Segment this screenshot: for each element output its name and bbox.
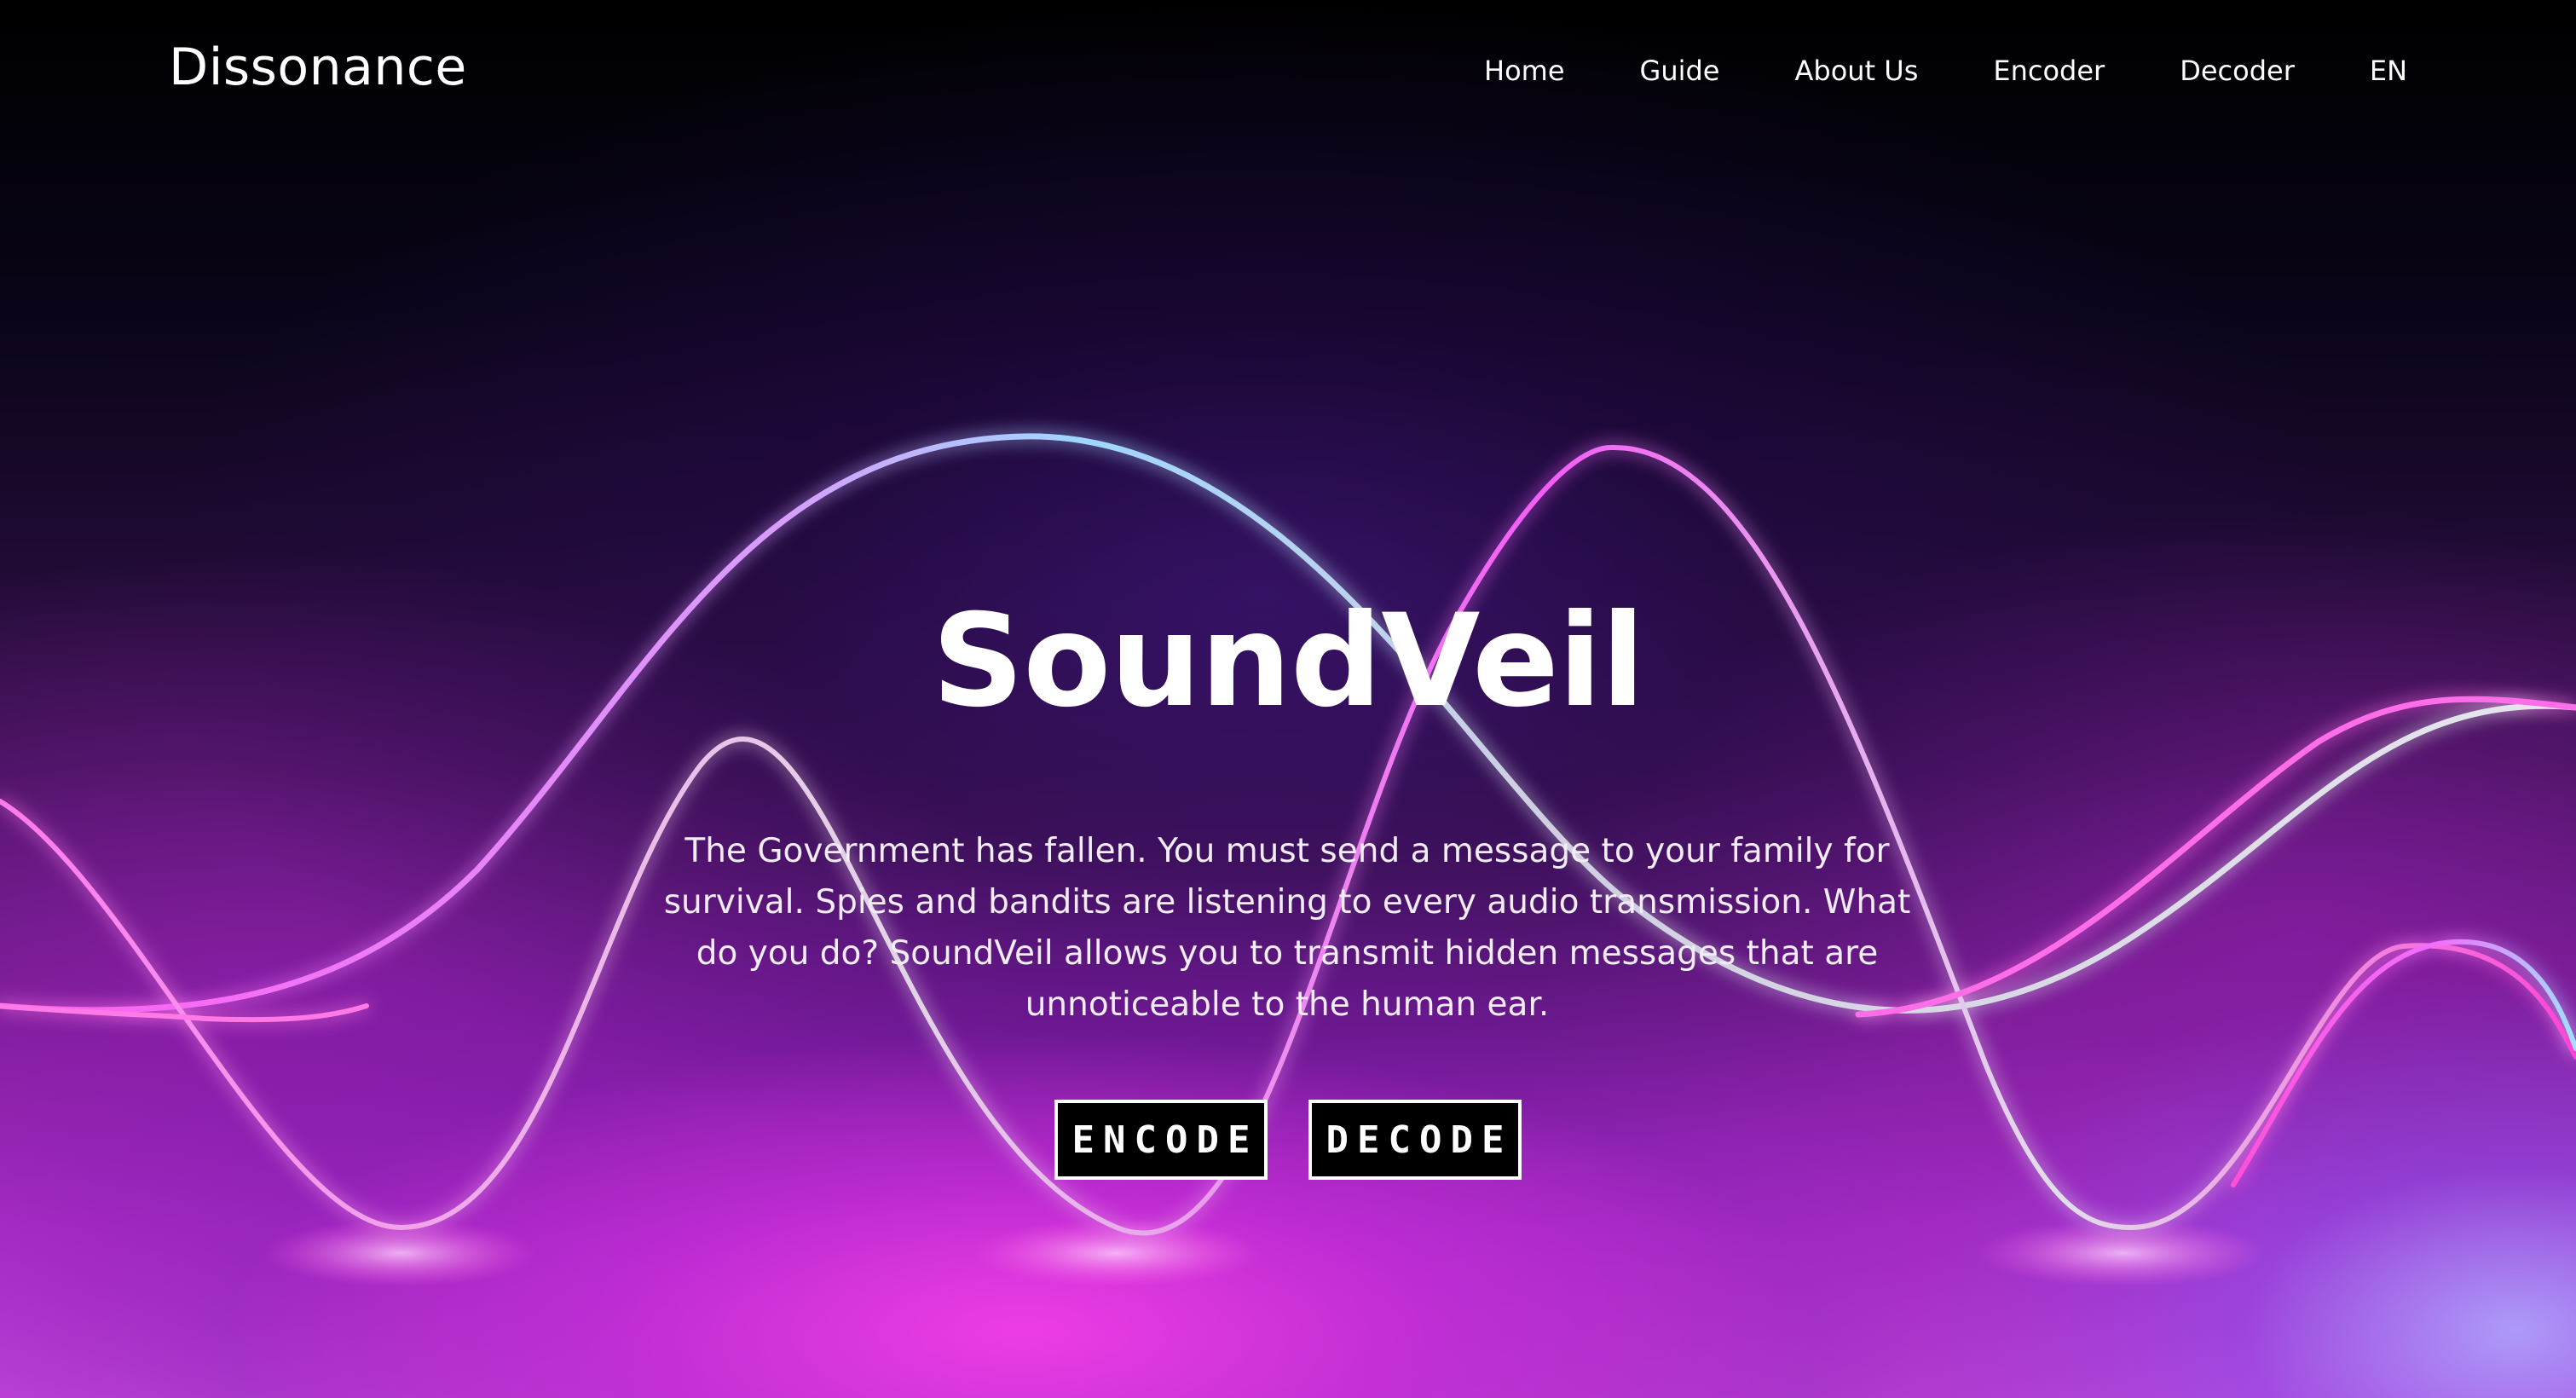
nav-links: Home Guide About Us Encoder Decoder EN: [1484, 55, 2407, 87]
decode-button[interactable]: DECODE: [1308, 1100, 1522, 1180]
neon-wave-line: [0, 1003, 369, 1023]
landing-page: Dissonance Home Guide About Us Encoder D…: [0, 0, 2576, 1398]
nav-link-home[interactable]: Home: [1484, 55, 1565, 87]
brand-logo[interactable]: Dissonance: [169, 38, 467, 97]
encode-button[interactable]: ENCODE: [1054, 1100, 1268, 1180]
hero-description: The Government has fallen. You must send…: [663, 832, 1911, 1024]
top-navigation: Dissonance Home Guide About Us Encoder D…: [0, 0, 2576, 145]
nav-link-guide[interactable]: Guide: [1640, 55, 1720, 87]
nav-link-encoder[interactable]: Encoder: [1993, 55, 2105, 87]
reflection-glow: [1978, 1219, 2267, 1287]
nav-link-decoder[interactable]: Decoder: [2180, 55, 2295, 87]
language-selector[interactable]: EN: [2370, 55, 2407, 87]
hero-title: SoundVeil: [932, 586, 1644, 736]
hero-actions: ENCODE DECODE: [0, 1100, 2576, 1180]
reflection-glow: [264, 1219, 537, 1287]
reflection-glow: [972, 1219, 1262, 1287]
nav-link-about-us[interactable]: About Us: [1794, 55, 1918, 87]
neon-wave-line: [1855, 696, 2576, 1018]
